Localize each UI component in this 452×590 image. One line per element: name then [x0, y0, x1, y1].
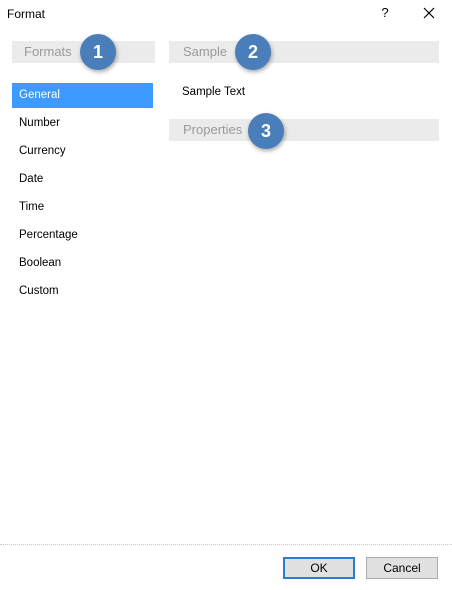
format-item-general[interactable]: General: [12, 83, 153, 108]
format-item-date[interactable]: Date: [12, 167, 153, 195]
callout-badge-1: 1: [80, 34, 116, 70]
help-icon: ?: [381, 5, 389, 20]
properties-header: Properties: [169, 119, 439, 141]
title-bar: Format ?: [0, 0, 452, 28]
format-item-percentage[interactable]: Percentage: [12, 223, 153, 251]
format-item-custom[interactable]: Custom: [12, 279, 153, 307]
callout-badge-3: 3: [248, 113, 284, 149]
window-title: Format: [7, 7, 46, 21]
format-item-currency[interactable]: Currency: [12, 139, 153, 167]
properties-header-label: Properties: [183, 122, 243, 137]
footer-divider: [0, 544, 452, 545]
sample-header-label: Sample: [183, 44, 228, 59]
close-icon: [423, 7, 435, 19]
close-button[interactable]: [418, 2, 440, 24]
sample-header: Sample: [169, 41, 439, 63]
format-item-number[interactable]: Number: [12, 111, 153, 139]
sample-text: Sample Text: [182, 86, 246, 98]
format-item-boolean[interactable]: Boolean: [12, 251, 153, 279]
cancel-button[interactable]: Cancel: [366, 557, 438, 579]
help-button[interactable]: ?: [374, 2, 396, 24]
formats-list: General Number Currency Date Time Percen…: [12, 83, 153, 307]
ok-button[interactable]: OK: [283, 557, 355, 579]
callout-badge-2: 2: [235, 34, 271, 70]
format-item-time[interactable]: Time: [12, 195, 153, 223]
formats-header-label: Formats: [24, 44, 72, 59]
